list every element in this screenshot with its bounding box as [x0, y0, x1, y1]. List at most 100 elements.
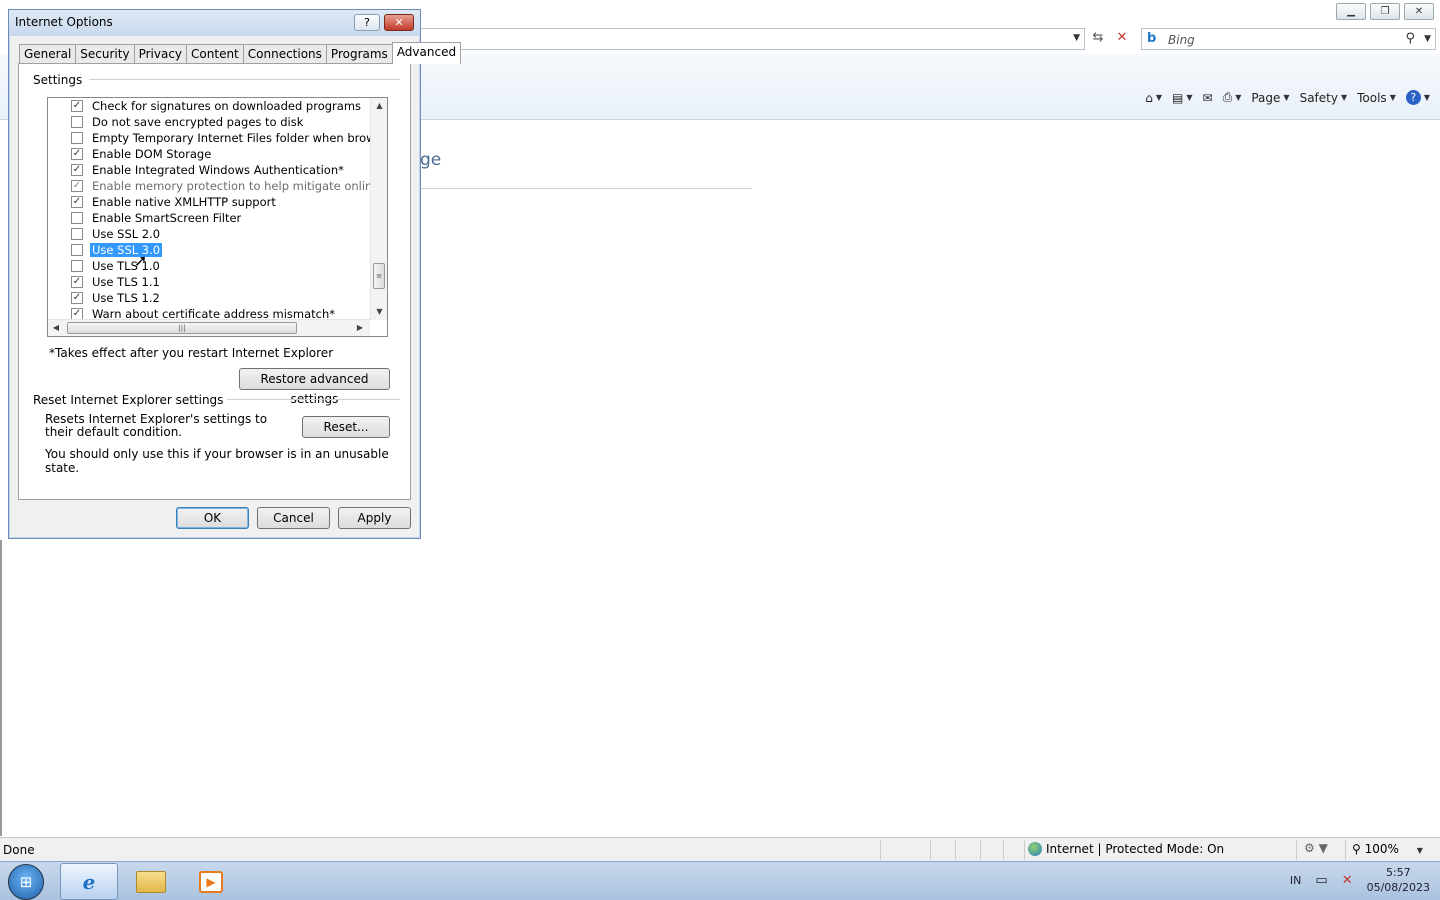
reset-button[interactable]: Reset... [302, 416, 390, 438]
stop-icon[interactable]: ✕ [1112, 30, 1132, 48]
zoom-level: 100% [1364, 842, 1399, 856]
search-icon[interactable]: ⚲ [1405, 31, 1415, 46]
window-left-edge [0, 540, 2, 836]
tab-programs[interactable]: Programs [325, 44, 393, 64]
scroll-right-icon[interactable]: ▶ [352, 320, 368, 336]
clock[interactable]: 5:57 05/08/2023 [1367, 865, 1430, 895]
checkbox-unchecked[interactable] [71, 116, 83, 128]
close-window-button[interactable]: ✕ [1404, 3, 1434, 20]
dialog-help-button[interactable]: ? [354, 14, 380, 31]
checkbox-checked[interactable]: ✓ [71, 196, 83, 208]
setting-label: Use SSL 2.0 [92, 227, 161, 241]
setting-label: Check for signatures on downloaded progr… [92, 99, 362, 113]
feeds-button[interactable]: ▤ ▼ [1172, 91, 1193, 105]
setting-item[interactable]: ✓ Enable DOM Storage [48, 146, 370, 162]
zoom-control[interactable]: ⚲ 100% ▼ [1352, 842, 1423, 856]
safety-menu[interactable]: Safety ▼ [1300, 91, 1348, 105]
address-bar[interactable]: ▼ [420, 28, 1085, 50]
start-button[interactable]: ⊞ [8, 864, 44, 900]
checkbox-unchecked[interactable] [71, 244, 83, 256]
setting-item[interactable]: ✓ Check for signatures on downloaded prog… [48, 98, 370, 114]
settings-list[interactable]: ✓ Warn about certificate address mismatch… [47, 97, 388, 337]
horizontal-scrollbar[interactable]: ◀ ||| ▶ [48, 319, 370, 336]
setting-item[interactable]: ✓ Enable Integrated Windows Authenticatio… [48, 162, 370, 178]
vertical-scroll-thumb[interactable]: ≡ [373, 263, 385, 289]
scroll-left-icon[interactable]: ◀ [48, 320, 64, 336]
checkbox-checked[interactable]: ✓ [71, 292, 83, 304]
refresh-icon[interactable]: ⇆ [1088, 30, 1108, 48]
tab-general[interactable]: General [19, 44, 77, 64]
setting-label: Enable SmartScreen Filter [92, 211, 242, 225]
language-indicator[interactable]: IN [1290, 874, 1301, 887]
security-zone[interactable]: Internet | Protected Mode: On [1028, 842, 1224, 856]
scroll-up-icon[interactable]: ▲ [371, 98, 387, 114]
scroll-down-icon[interactable]: ▼ [371, 304, 387, 320]
popup-blocker-icon[interactable]: ⚙ ▼ [1304, 841, 1328, 855]
status-text: Done [3, 843, 35, 857]
setting-label: Use TLS 1.1 [92, 275, 160, 289]
rss-icon: ▤ [1172, 90, 1184, 105]
advanced-tab-panel: Settings ✓ Warn about certificate address… [18, 63, 411, 500]
taskbar-internet-explorer[interactable]: e [60, 863, 118, 900]
volume-muted-icon[interactable]: ✕ [1342, 873, 1353, 888]
setting-label: Use SSL 3.0 [90, 243, 163, 257]
tab-content[interactable]: Content [186, 44, 244, 64]
setting-item[interactable]: ✓ Use TLS 1.1 [48, 274, 370, 290]
setting-item[interactable]: Enable SmartScreen Filter [48, 210, 370, 226]
checkbox-checked[interactable]: ✓ [71, 100, 83, 112]
checkbox-checked[interactable]: ✓ [71, 276, 83, 288]
dialog-close-button[interactable]: ✕ [384, 14, 414, 31]
setting-item[interactable]: ✓ Enable native XMLHTTP support [48, 194, 370, 210]
tab-advanced[interactable]: Advanced [391, 42, 462, 64]
checkbox-checked[interactable]: ✓ [71, 164, 83, 176]
reset-warning: You should only use this if your browser… [45, 447, 389, 475]
address-dropdown-icon[interactable]: ▼ [1073, 33, 1080, 43]
setting-item[interactable]: Use SSL 3.0 [48, 242, 370, 258]
horizontal-scroll-thumb[interactable]: ||| [67, 322, 297, 334]
checkbox-checked[interactable]: ✓ [71, 180, 83, 192]
media-player-icon: ▶ [199, 870, 223, 893]
restore-button[interactable]: ❐ [1370, 3, 1400, 20]
vertical-scrollbar[interactable]: ▲ ≡ ▼ [370, 98, 387, 320]
checkbox-unchecked[interactable] [71, 132, 83, 144]
page-menu[interactable]: Page ▼ [1251, 91, 1289, 105]
checkbox-unchecked[interactable] [71, 260, 83, 272]
taskbar-media-player[interactable]: ▶ [182, 863, 240, 900]
help-menu[interactable]: ? ▼ [1405, 90, 1430, 105]
dialog-titlebar[interactable]: Internet Options ? ✕ [9, 10, 420, 36]
network-icon[interactable]: ▭ [1315, 873, 1327, 888]
mail-button[interactable]: ✉ [1203, 91, 1213, 105]
setting-item[interactable]: ✓ Enable memory protection to help mitiga… [48, 178, 370, 194]
checkbox-unchecked[interactable] [71, 228, 83, 240]
tools-menu[interactable]: Tools ▼ [1357, 91, 1396, 105]
status-bar: Done Internet | Protected Mode: On ⚙ ▼ ⚲… [0, 837, 1440, 861]
setting-item[interactable]: Use SSL 2.0 [48, 226, 370, 242]
setting-item[interactable]: Empty Temporary Internet Files folder wh… [48, 130, 370, 146]
heading-divider [420, 188, 752, 189]
taskbar: ⊞ e ▶ IN ▭ ✕ 5:57 05/08/2023 [0, 861, 1440, 900]
clock-time: 5:57 [1385, 866, 1411, 879]
setting-item[interactable]: Use TLS 1.0 [48, 258, 370, 274]
tab-security[interactable]: Security [75, 44, 135, 64]
search-box[interactable]: b Bing ⚲ ▼ [1141, 28, 1436, 50]
window-controls: ▁ ❐ ✕ [1336, 3, 1434, 20]
cancel-button[interactable]: Cancel [257, 507, 330, 529]
taskbar-explorer[interactable] [122, 863, 180, 900]
tab-connections[interactable]: Connections [242, 44, 327, 64]
tab-privacy[interactable]: Privacy [133, 44, 188, 64]
minimize-button[interactable]: ▁ [1336, 3, 1366, 20]
apply-button[interactable]: Apply [338, 507, 411, 529]
setting-item[interactable]: ✓ Use TLS 1.2 [48, 290, 370, 306]
search-dropdown-icon[interactable]: ▼ [1424, 34, 1431, 44]
ok-button[interactable]: OK [176, 507, 249, 529]
home-button[interactable]: ⌂ ▼ [1145, 91, 1162, 105]
checkbox-checked[interactable]: ✓ [71, 148, 83, 160]
reset-description: Resets Internet Explorer's settings to t… [45, 412, 268, 439]
checkbox-unchecked[interactable] [71, 212, 83, 224]
restart-note: *Takes effect after you restart Internet… [49, 346, 334, 360]
tab-strip: General Security Privacy Content Connect… [19, 42, 462, 64]
restore-advanced-settings-button[interactable]: Restore advanced settings [239, 368, 390, 406]
print-button[interactable]: ⎙ ▼ [1223, 90, 1242, 105]
page-heading-fragment: ge [420, 150, 442, 170]
setting-item[interactable]: Do not save encrypted pages to disk [48, 114, 370, 130]
